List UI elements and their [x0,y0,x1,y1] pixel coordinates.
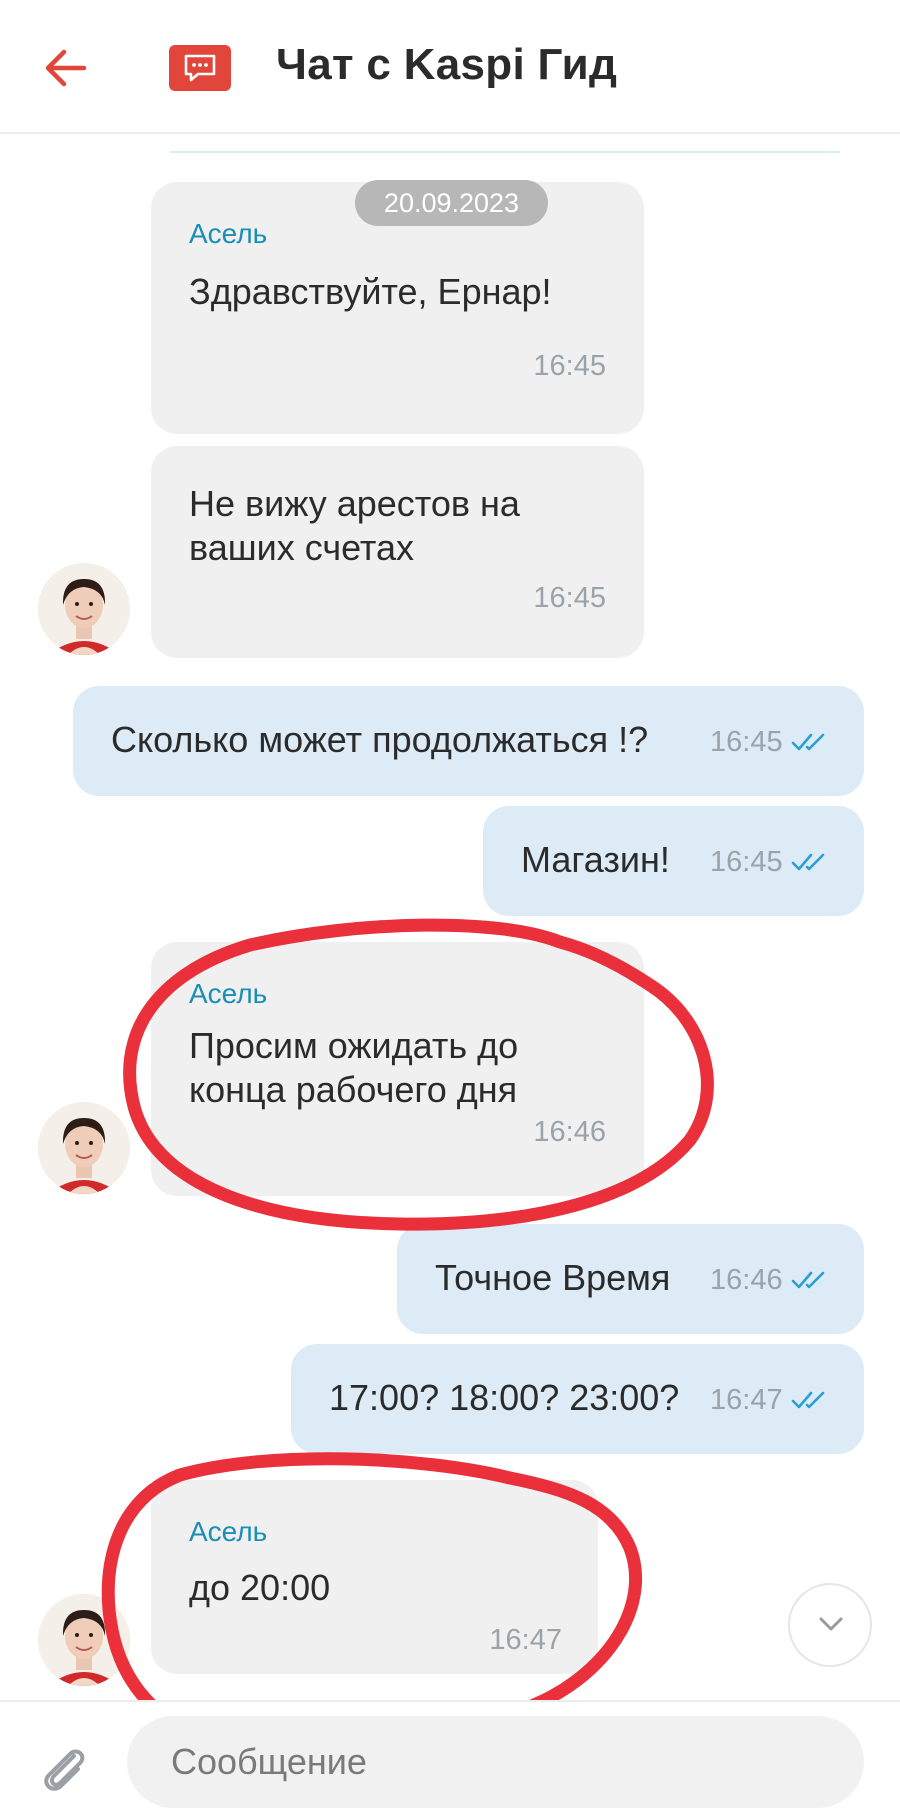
arrow-left-icon[interactable] [44,48,88,88]
message-input[interactable] [127,1716,864,1808]
chevron-down-icon [819,1617,843,1631]
chat-screen: Чат с Kaspi Гид Асель Здравствуйте, Ерна… [0,0,900,1820]
read-receipt-icon [791,1271,825,1289]
agent-photo [38,1594,130,1686]
message-text: до 20:00 [189,1567,331,1608]
chat-header: Чат с Kaspi Гид [0,0,900,134]
message-text: Точное Время [435,1257,671,1298]
avatar [38,563,130,655]
divider [170,151,840,153]
message-text: Здравствуйте, Ернар! [189,271,552,312]
message-line: ваших счетах [189,527,415,568]
scroll-down-button[interactable] [788,1583,872,1667]
incoming-message[interactable]: Асель до 20:00 16:47 [151,1480,598,1674]
sender-name: Асель [189,1516,268,1547]
agent-photo [38,1102,130,1194]
paperclip-icon[interactable] [36,1740,92,1796]
incoming-message[interactable]: Асель Просим ожидать до конца рабочего д… [151,942,644,1196]
message-text: Сколько может продолжаться !? [111,719,649,760]
read-receipt-icon [791,733,825,751]
message-time: 16:47 [710,1384,783,1416]
outgoing-message[interactable]: Сколько может продолжаться !? 16:45 [73,686,864,796]
avatar [38,1102,130,1194]
chat-bubble-icon [169,45,231,91]
sender-name: Асель [189,218,268,249]
message-list[interactable]: Асель Здравствуйте, Ернар! 16:45 20.09.2… [0,134,900,1700]
read-receipt-icon [791,1391,825,1409]
message-line: Просим ожидать до [189,1025,519,1066]
message-time: 16:47 [489,1624,562,1656]
message-time: 16:46 [533,1116,606,1148]
chat-title: Чат с Kaspi Гид [276,40,618,89]
message-time: 16:45 [710,846,783,878]
outgoing-message[interactable]: Магазин! 16:45 [483,806,864,916]
message-time: 16:45 [533,582,606,614]
sender-name: Асель [189,978,268,1009]
message-time: 16:46 [710,1264,783,1296]
message-time: 16:45 [710,726,783,758]
message-time: 16:45 [533,350,606,382]
message-line: Не вижу арестов на [189,483,520,524]
message-composer [0,1700,900,1820]
read-receipt-icon [791,853,825,871]
message-text: Просим ожидать до конца рабочего дня [189,1024,518,1112]
date-chip: 20.09.2023 [355,180,548,226]
incoming-message[interactable]: Не вижу арестов на ваших счетах 16:45 [151,446,644,658]
outgoing-message[interactable]: Точное Время 16:46 [397,1224,864,1334]
message-text: Не вижу арестов на ваших счетах [189,482,520,570]
agent-photo [38,563,130,655]
message-text: Магазин! [521,839,670,880]
message-line: конца рабочего дня [189,1069,518,1110]
outgoing-message[interactable]: 17:00? 18:00? 23:00? 16:47 [291,1344,864,1454]
avatar [38,1594,130,1686]
message-text: 17:00? 18:00? 23:00? [329,1377,680,1418]
